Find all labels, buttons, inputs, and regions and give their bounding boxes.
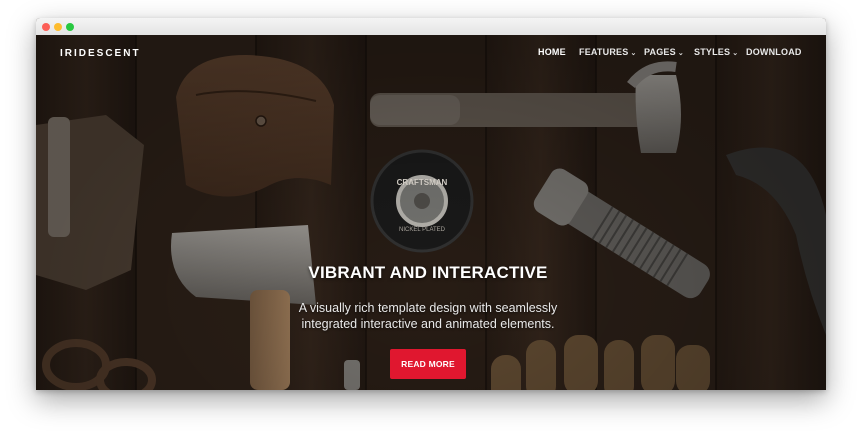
zoom-window-button[interactable] — [66, 23, 74, 31]
nav-pages-label: PAGES — [644, 47, 676, 57]
chevron-down-icon: ⌄ — [677, 50, 684, 57]
hero-subtitle-line-1: A visually rich template design with sea… — [298, 301, 558, 315]
browser-window: CRAFTSMAN NICKEL PLATED IRIDESCENT HOME … — [36, 18, 826, 390]
nav-download-label: DOWNLOAD — [746, 47, 802, 57]
nav-download[interactable]: DOWNLOAD — [746, 47, 802, 57]
nav-features[interactable]: FEATURES ⌄ — [579, 47, 637, 57]
brand-logo[interactable]: IRIDESCENT — [60, 48, 141, 59]
nav-home[interactable]: HOME — [538, 47, 566, 57]
tape-brand-text: CRAFTSMAN — [397, 178, 448, 187]
nav-pages[interactable]: PAGES ⌄ — [644, 47, 684, 57]
tape-label-group: CRAFTSMAN NICKEL PLATED — [36, 35, 826, 390]
nav-styles-label: STYLES — [694, 47, 731, 57]
tape-subtitle-text: NICKEL PLATED — [399, 227, 446, 233]
read-more-button[interactable]: READ MORE — [390, 349, 466, 379]
window-titlebar — [36, 18, 826, 36]
chevron-down-icon: ⌄ — [732, 50, 739, 57]
nav-styles[interactable]: STYLES ⌄ — [694, 47, 738, 57]
nav-home-label: HOME — [538, 47, 566, 57]
nav-features-label: FEATURES — [579, 47, 629, 57]
chevron-down-icon: ⌄ — [630, 50, 637, 57]
hero-headline: VIBRANT AND INTERACTIVE — [308, 263, 548, 282]
hero-section: CRAFTSMAN NICKEL PLATED — [36, 35, 826, 390]
close-window-button[interactable] — [42, 23, 50, 31]
hero-subtitle-line-2: integrated interactive and animated elem… — [301, 317, 555, 331]
minimize-window-button[interactable] — [54, 23, 62, 31]
